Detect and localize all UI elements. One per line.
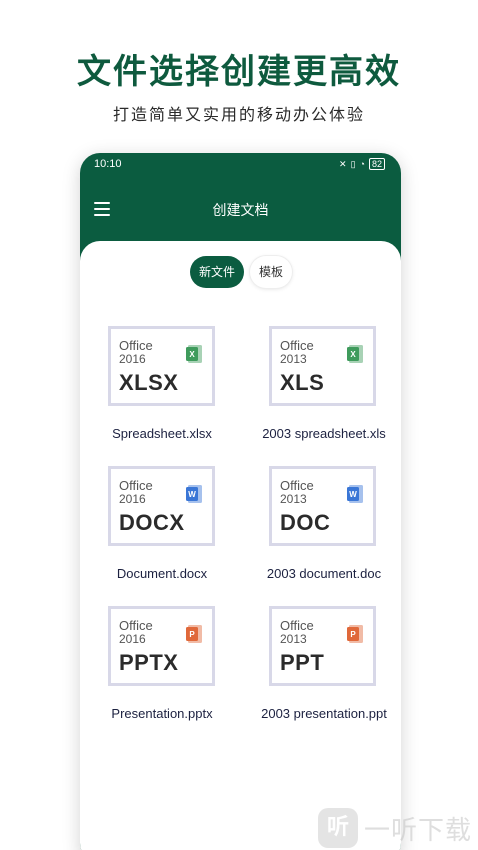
- file-thumbnail: Office 2016 DOCX W: [108, 466, 215, 546]
- thumbnail-version: 2013: [280, 492, 307, 506]
- promo-headline: 文件选择创建更高效: [77, 52, 401, 92]
- thumbnail-brand: Office: [280, 618, 314, 633]
- app-bar-title: 创建文档: [212, 203, 269, 219]
- file-thumbnail: Office 2013 PPT P: [269, 606, 376, 686]
- tab-template[interactable]: 模板: [250, 256, 293, 288]
- file-name-label: 2003 presentation.ppt: [261, 706, 387, 721]
- status-time: 10:10: [94, 158, 122, 170]
- app-bar: 创建文档: [80, 177, 401, 241]
- file-thumbnail: Office 2013 DOC W: [269, 466, 376, 546]
- phone-frame: 10:10 ✕ ▯ ◔ 82 创建文档 新文件 模板 Office 2016 XLS…: [80, 153, 401, 850]
- tab-bar: 新文件 模板: [190, 256, 293, 288]
- excel-icon: X: [347, 345, 363, 363]
- file-name-label: Document.docx: [116, 566, 208, 581]
- battery-icon: 82: [368, 158, 385, 170]
- watermark-logo: 听: [318, 808, 358, 848]
- promo-subline: 打造简单又实用的移动办公体验: [112, 105, 365, 124]
- thumbnail-extension: DOC: [280, 510, 331, 535]
- watermark: 听 一听下载: [318, 806, 478, 850]
- file-thumbnail: Office 2013 XLS X: [269, 326, 376, 406]
- file-icon-letter: W: [188, 490, 196, 499]
- thumbnail-version: 2013: [280, 632, 307, 646]
- tab-new-file[interactable]: 新文件: [190, 256, 245, 288]
- thumbnail-version: 2016: [119, 632, 146, 646]
- file-name-label: 2003 spreadsheet.xls: [262, 426, 386, 441]
- thumbnail-version: 2016: [119, 352, 146, 366]
- file-icon-letter: P: [189, 630, 195, 639]
- file-icon-letter: X: [189, 350, 195, 359]
- content-panel: 新文件 模板 Office 2016 XLSX X Spreadsheet.xlsx Of…: [80, 241, 401, 850]
- powerpoint-icon: P: [186, 625, 202, 643]
- word-icon: W: [186, 485, 202, 503]
- file-icon-letter: W: [349, 490, 357, 499]
- thumbnail-brand: Office: [280, 478, 314, 493]
- mute-icon: ✕: [339, 159, 347, 169]
- sim-icon: ▯: [350, 159, 356, 169]
- thumbnail-version: 2016: [119, 492, 146, 506]
- thumbnail-extension: XLS: [280, 370, 325, 395]
- powerpoint-icon: P: [347, 625, 363, 643]
- thumbnail-brand: Office: [119, 618, 153, 633]
- thumbnail-extension: PPT: [280, 650, 325, 675]
- thumbnail-brand: Office: [119, 478, 153, 493]
- thumbnail-extension: PPTX: [119, 650, 179, 675]
- thumbnail-extension: DOCX: [119, 510, 185, 535]
- file-name-label: Presentation.pptx: [111, 706, 213, 721]
- status-bar: 10:10 ✕ ▯ ◔ 82: [80, 153, 401, 177]
- thumbnail-brand: Office: [280, 338, 314, 353]
- thumbnail-version: 2013: [280, 352, 307, 366]
- file-name-label: 2003 document.doc: [266, 566, 382, 581]
- file-name-label: Spreadsheet.xlsx: [112, 426, 212, 441]
- excel-icon: X: [186, 345, 202, 363]
- thumbnail-extension: XLSX: [119, 370, 179, 395]
- wifi-icon: ◔: [359, 159, 365, 169]
- status-icons: ✕ ▯ ◔ 82: [339, 158, 385, 170]
- thumbnail-brand: Office: [119, 338, 153, 353]
- word-icon: W: [347, 485, 363, 503]
- file-icon-letter: X: [350, 350, 356, 359]
- watermark-text: 一听下载: [364, 815, 473, 846]
- file-icon-letter: P: [350, 630, 356, 639]
- file-thumbnail: Office 2016 XLSX X: [108, 326, 215, 406]
- file-thumbnail: Office 2016 PPTX P: [108, 606, 215, 686]
